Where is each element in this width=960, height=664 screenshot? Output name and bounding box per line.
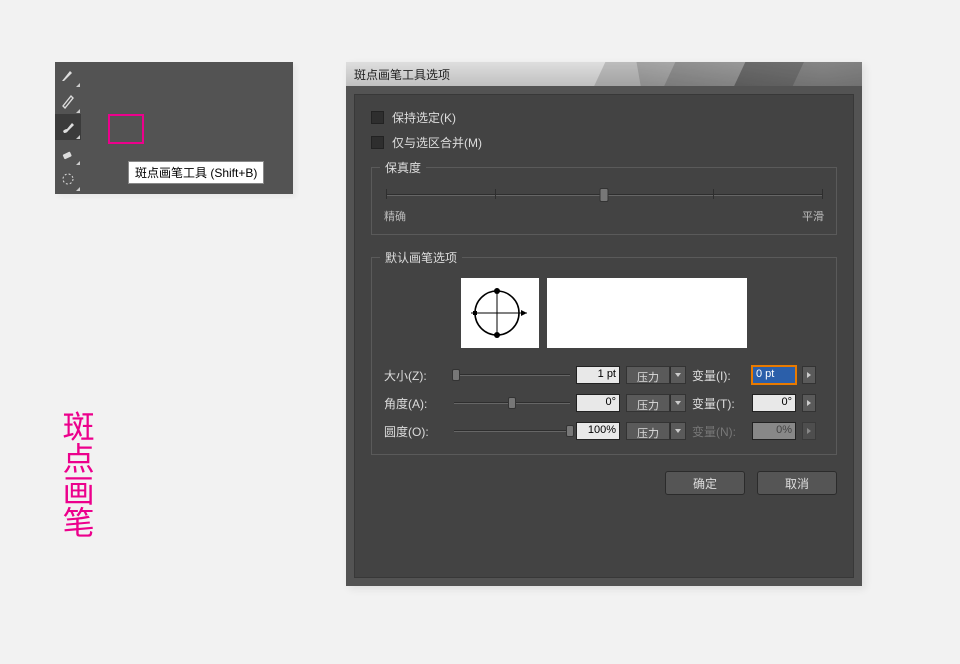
dialog-titlebar[interactable]: 斑点画笔工具选项 [346,62,862,86]
fidelity-legend: 保真度 [380,159,426,176]
angle-mode-label: 压力 [626,394,670,412]
dropdown-arrow-icon[interactable] [670,394,686,412]
roundness-var-spinner [802,422,816,440]
brush-preview-row [384,278,824,348]
tool-tooltip: 斑点画笔工具 (Shift+B) [128,161,264,184]
fidelity-fieldset: 保真度 精确 平滑 [371,167,837,235]
fidelity-slider[interactable] [386,186,822,204]
checkbox-merge-selection-label: 仅与选区合并(M) [392,134,482,151]
size-mode-dropdown[interactable]: 压力 [626,366,686,384]
angle-label: 角度(A): [384,395,448,412]
brush-defaults-fieldset: 默认画笔选项 大小(Z): [371,257,837,455]
blob-brush-options-dialog: 斑点画笔工具选项 保持选定(K) 仅与选区合并(M) 保真度 精确 [346,62,862,586]
tool-column [55,62,81,192]
dropdown-arrow-icon[interactable] [670,422,686,440]
dropdown-arrow-icon[interactable] [670,366,686,384]
roundness-mode-label: 压力 [626,422,670,440]
tool-brush[interactable] [55,62,81,88]
brush-stroke-preview [547,278,747,348]
angle-var-spinner[interactable] [802,394,816,412]
size-row: 大小(Z): 1 pt 压力 变量(I): 0 pt [384,366,824,384]
brush-angle-preview[interactable] [461,278,539,348]
tool-scissors[interactable] [55,166,81,192]
size-var-label: 变量(I): [692,367,746,384]
brush-defaults-legend: 默认画笔选项 [380,249,462,266]
dialog-title: 斑点画笔工具选项 [354,68,450,82]
angle-value[interactable]: 0° [576,394,620,412]
dialog-body: 保持选定(K) 仅与选区合并(M) 保真度 精确 平滑 [354,94,854,578]
tool-blob-brush[interactable] [55,114,81,140]
checkbox-merge-selection[interactable] [371,136,384,149]
dialog-footer: 确定 取消 [371,471,837,495]
fidelity-slider-thumb[interactable] [600,188,609,202]
fidelity-max-label: 平滑 [802,208,824,224]
checkbox-keep-selected-label: 保持选定(K) [392,109,456,126]
cancel-button[interactable]: 取消 [757,471,837,495]
size-value[interactable]: 1 pt [576,366,620,384]
roundness-row: 圆度(O): 100% 压力 变量(N): 0% [384,422,824,440]
tool-pencil[interactable] [55,88,81,114]
roundness-var-value: 0% [752,422,796,440]
size-var-value[interactable]: 0 pt [752,366,796,384]
angle-var-value[interactable]: 0° [752,394,796,412]
size-mode-label: 压力 [626,366,670,384]
checkbox-keep-selected[interactable] [371,111,384,124]
angle-var-label: 变量(T): [692,395,746,412]
angle-slider[interactable] [454,397,570,409]
size-label: 大小(Z): [384,367,448,384]
size-var-spinner[interactable] [802,366,816,384]
ok-button[interactable]: 确定 [665,471,745,495]
checkbox-keep-selected-row: 保持选定(K) [371,109,837,126]
angle-row: 角度(A): 0° 压力 变量(T): 0° [384,394,824,412]
size-slider[interactable] [454,369,570,381]
tool-eraser[interactable] [55,140,81,166]
roundness-mode-dropdown[interactable]: 压力 [626,422,686,440]
fidelity-min-label: 精确 [384,208,406,224]
roundness-value[interactable]: 100% [576,422,620,440]
roundness-label: 圆度(O): [384,423,448,440]
selection-highlight [108,114,144,144]
tool-palette: 斑点画笔工具 (Shift+B) [55,62,293,194]
roundness-slider[interactable] [454,425,570,437]
roundness-var-label: 变量(N): [692,423,746,440]
page-title-vertical: 斑点画笔 [55,410,97,538]
checkbox-merge-selection-row: 仅与选区合并(M) [371,134,837,151]
angle-mode-dropdown[interactable]: 压力 [626,394,686,412]
